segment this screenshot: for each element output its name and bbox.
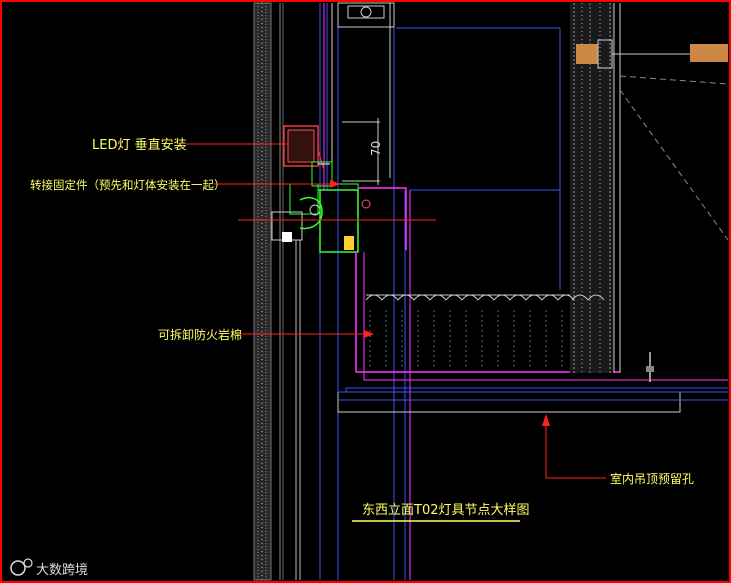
dashed-diagonal [619,89,729,241]
vertical-profiles [295,3,411,580]
led-fixture [283,125,325,171]
label-rockwool: 可拆卸防火岩棉 [158,327,242,342]
rockwool-scallops [365,294,605,370]
drawing-frame [0,0,731,583]
top-clamp [337,2,395,28]
label-ceiling-hole: 室内吊顶预留孔 [610,471,694,486]
watermark-logo-icon: 大数跨境 [10,558,88,578]
upper-box [396,27,561,290]
watermark-text: 大数跨境 [36,563,88,578]
drawing-title: 东西立面T02灯具节点大样图 [362,503,529,518]
label-led: LED灯 垂直安装 [92,138,187,153]
dashed-top [619,75,729,85]
ceiling-screw [646,352,654,382]
bracket-assembly [271,161,407,253]
cad-viewport[interactable]: 70 LED灯 垂直安装 转接固定件（预先和灯体安装在一起） 可拆卸防火岩棉 室… [0,0,731,583]
label-bracket: 转接固定件（预先和灯体安装在一起） [30,178,226,192]
ceiling-slab [337,387,728,413]
cad-drawing: 70 LED灯 垂直安装 转接固定件（预先和灯体安装在一起） 可拆卸防火岩棉 室… [0,0,731,583]
dimension-70: 70 [342,118,383,185]
dimension-label: 70 [369,141,383,156]
leaders [186,143,606,479]
left-wall-hatch [253,2,284,581]
